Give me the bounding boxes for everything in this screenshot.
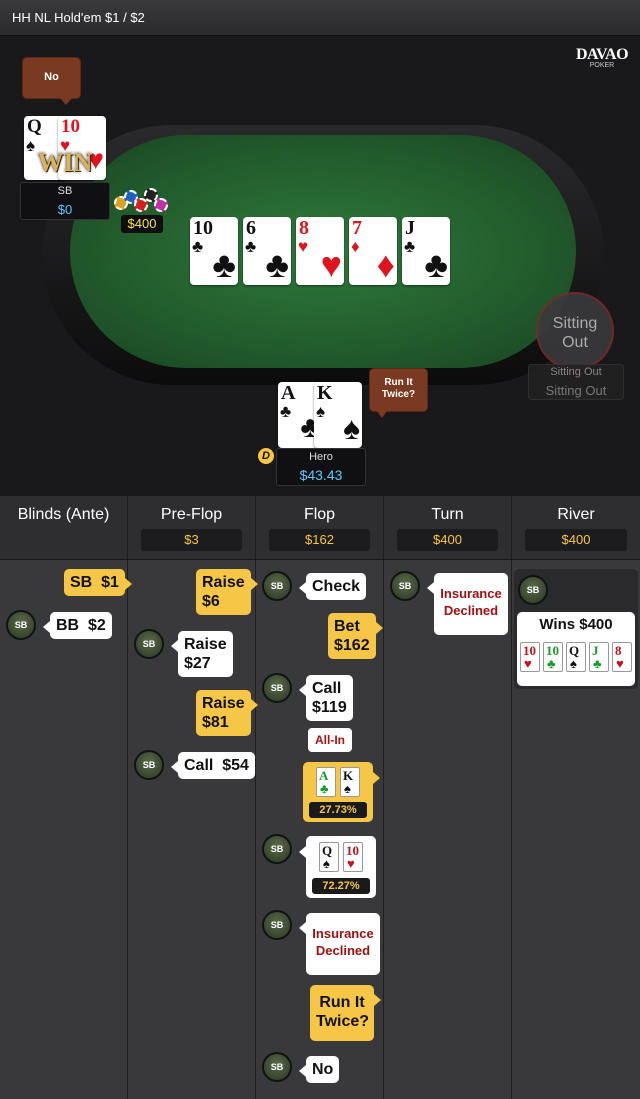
villain-equity-tail [299, 846, 306, 858]
pot-river: $400 [525, 529, 627, 551]
player-chip-icon: SB [262, 910, 292, 940]
mini-card: J ♣ [589, 642, 609, 672]
player-chip-icon: SB [134, 629, 164, 659]
mini-card: 10 ♣ [543, 642, 563, 672]
action-raise-81: Raise $81 [196, 690, 258, 736]
board-card: 8 ♥ ♥ [296, 217, 344, 285]
mini-card: 10 ♥ [343, 842, 363, 872]
player-chip-icon: SB [134, 750, 164, 780]
empty-seat[interactable]: Sitting Out [536, 292, 614, 370]
wins-label: Wins $400 [539, 616, 613, 633]
mini-card: A ♣ [316, 767, 336, 797]
pot-preflop: $3 [141, 529, 242, 551]
hero-equity-value: 27.73% [309, 802, 367, 818]
hero-hole-card-2: K ♠ ♠ [314, 382, 362, 448]
action-raise-27: Raise $27 [171, 631, 233, 677]
sb-speech-tail [60, 98, 72, 105]
history-head-flop: Flop $162 [256, 496, 384, 560]
sb-speech-bubble: No [22, 57, 81, 99]
action-bet-162: Bet $162 [328, 613, 383, 659]
sb-bet-amount: $400 [121, 215, 163, 233]
history-head-blinds: Blinds (Ante) [0, 496, 128, 560]
action-insurance-declined-turn: Insurance Declined [427, 573, 508, 635]
player-chip-icon: SB [262, 673, 292, 703]
board-card: 10 ♣ ♣ [190, 217, 238, 285]
mini-card: K ♠ [340, 767, 360, 797]
action-check: Check [298, 573, 367, 600]
hero-nameplate: Hero $43.43 [276, 448, 366, 486]
hero-speech-bubble: Run It Twice? [369, 368, 428, 412]
action-bb-blind: BB $2 [43, 612, 112, 639]
player-chip-icon: SB [390, 571, 420, 601]
player-chip-icon: SB [262, 571, 292, 601]
history-head-river: River $400 [512, 496, 640, 560]
history-head-preflop: Pre-Flop $3 [128, 496, 256, 560]
pot-flop: $162 [269, 529, 370, 551]
action-run-it-twice: Run It Twice? [310, 985, 381, 1041]
action-insurance-declined-flop: Insurance Declined [299, 913, 380, 975]
action-call-54: Call $54 [171, 752, 255, 779]
mini-card: 8 ♥ [612, 642, 632, 672]
sb-nameplate: SB $0 [20, 182, 110, 220]
game-title: HH NL Hold'em $1 / $2 [12, 10, 145, 25]
action-raise-6: Raise $6 [196, 569, 258, 615]
player-chip-icon: SB [6, 610, 36, 640]
room-logo: DAVAO POKER [575, 46, 629, 69]
empty-seat-status: Sitting Out Sitting Out [528, 364, 624, 400]
dealer-button: D [258, 448, 274, 464]
villain-equity-value: 72.27% [312, 878, 370, 894]
chip-stack-icon [112, 186, 172, 216]
header-bar: HH NL Hold'em $1 / $2 [0, 0, 640, 36]
pot-turn: $400 [397, 529, 498, 551]
player-chip-icon: SB [262, 1052, 292, 1082]
history-head-turn: Turn $400 [384, 496, 512, 560]
hero-equity-tail [373, 772, 380, 784]
board-card: 7 ♦ ♦ [349, 217, 397, 285]
all-in-badge: All-In [308, 728, 352, 752]
action-no: No [298, 1056, 340, 1083]
mini-card: 10 ♥ [520, 642, 540, 672]
mini-card: Q ♠ [319, 842, 339, 872]
action-sb-blind: SB $1 [64, 569, 132, 596]
mini-card: Q ♠ [566, 642, 586, 672]
win-label: WIN [37, 148, 93, 177]
action-call-119: Call $119 [299, 675, 353, 721]
player-chip-icon: SB [262, 834, 292, 864]
board-card: 6 ♣ ♣ [243, 217, 291, 285]
hero-speech-tail [377, 411, 387, 418]
player-chip-icon: SB [518, 575, 548, 605]
board-card: J ♣ ♣ [402, 217, 450, 285]
